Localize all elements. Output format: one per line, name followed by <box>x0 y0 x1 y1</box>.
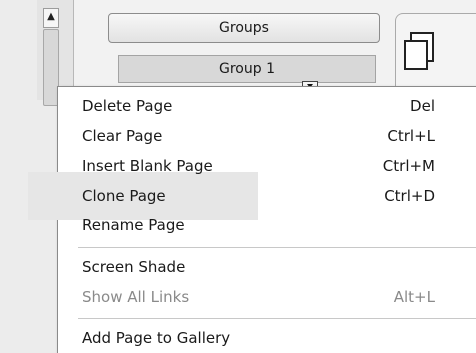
menu-item-clear-page[interactable]: Clear Page Ctrl+L <box>58 121 476 151</box>
page-icon <box>404 32 434 70</box>
menu-item-label: Insert Blank Page <box>82 157 213 175</box>
page-context-menu: Delete Page Del Clear Page Ctrl+L Insert… <box>28 86 476 353</box>
menu-item-shortcut: Alt+L <box>393 288 435 306</box>
menu-item-label: Clone Page <box>82 187 166 205</box>
menu-separator <box>78 318 476 319</box>
menu-item-shortcut: Del <box>410 97 435 115</box>
scroll-up-button[interactable]: ▲ <box>43 8 59 28</box>
menu-item-insert-blank-page[interactable]: Insert Blank Page Ctrl+M <box>58 151 476 181</box>
menu-item-show-all-links[interactable]: Show All Links Alt+L <box>58 282 476 312</box>
menu-item-label: Add Page to Gallery <box>82 329 231 347</box>
vertical-scrollbar[interactable]: ▲ <box>37 0 74 106</box>
menu-item-label: Screen Shade <box>82 258 186 276</box>
menu-item-label: Rename Page <box>82 216 185 234</box>
menu-separator <box>78 247 476 248</box>
menu-item-screen-shade[interactable]: Screen Shade <box>58 252 476 282</box>
menu-item-label: Show All Links <box>82 288 190 306</box>
menu-item-rename-page[interactable]: Rename Page <box>58 210 476 240</box>
menu-item-label: Clear Page <box>82 127 163 145</box>
menu-item-label: Delete Page <box>82 97 173 115</box>
menu-item-shortcut: Ctrl+D <box>384 187 435 205</box>
group-selector[interactable]: Group 1 <box>118 55 376 83</box>
arrow-up-icon: ▲ <box>47 11 55 22</box>
groups-button[interactable]: Groups <box>108 13 380 43</box>
app-window: ▲ Groups Group 1 Delete Page Del Clear P… <box>0 0 476 353</box>
menu-item-shortcut: Ctrl+M <box>382 157 435 175</box>
menu-item-delete-page[interactable]: Delete Page Del <box>58 91 476 121</box>
menu-item-clone-page[interactable]: Clone Page Ctrl+D <box>58 181 476 211</box>
menu-item-shortcut: Ctrl+L <box>387 127 435 145</box>
menu-item-add-page-to-gallery[interactable]: Add Page to Gallery <box>58 323 476 353</box>
